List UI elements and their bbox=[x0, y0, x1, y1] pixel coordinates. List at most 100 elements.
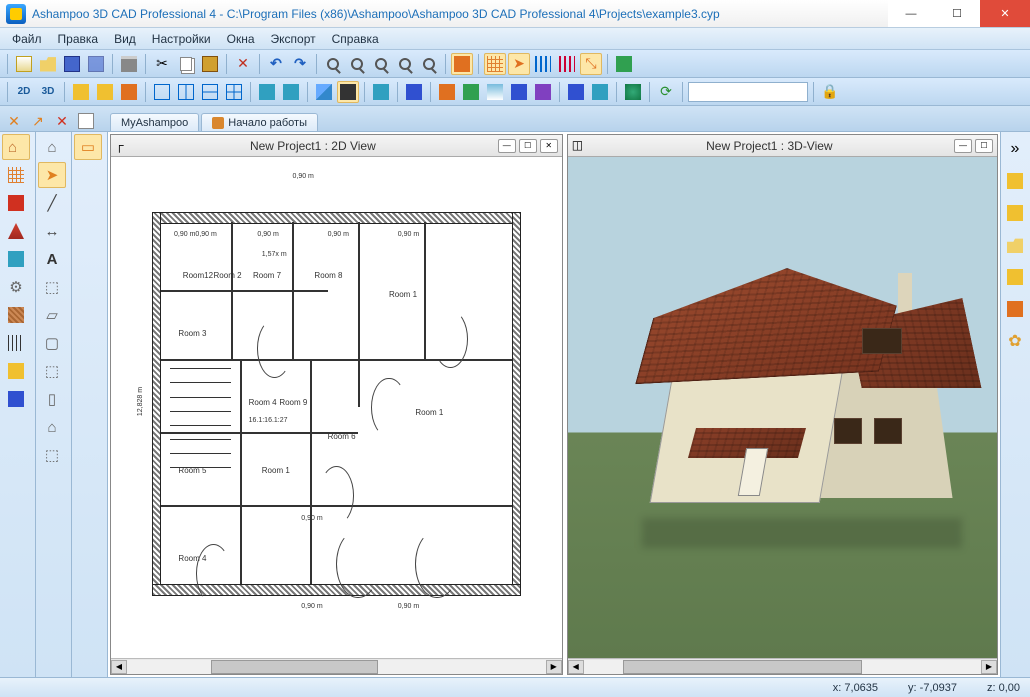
layout-1-button[interactable] bbox=[151, 81, 173, 103]
tag-icon[interactable] bbox=[1003, 264, 1027, 290]
menu-settings[interactable]: Настройки bbox=[144, 30, 219, 48]
render-button[interactable] bbox=[313, 81, 335, 103]
guides-button[interactable] bbox=[556, 53, 578, 75]
dimension-tool[interactable]: ↔ bbox=[38, 218, 66, 244]
building-tool[interactable]: ⌂ bbox=[38, 134, 66, 160]
view-plan-button[interactable] bbox=[70, 81, 92, 103]
object-tool[interactable] bbox=[2, 358, 30, 384]
folder-icon[interactable] bbox=[1003, 232, 1027, 258]
paste-button[interactable] bbox=[199, 53, 221, 75]
line-tool[interactable]: ╱ bbox=[38, 190, 66, 216]
stairs-tool[interactable]: ⬚ bbox=[38, 358, 66, 384]
sky-button[interactable] bbox=[484, 81, 506, 103]
open-button[interactable] bbox=[37, 53, 59, 75]
shade-button[interactable] bbox=[337, 81, 359, 103]
pointer-tool[interactable]: ➤ bbox=[38, 162, 66, 188]
floor-up-button[interactable] bbox=[256, 81, 278, 103]
zoom-actual-button[interactable] bbox=[418, 53, 440, 75]
texture-tool[interactable] bbox=[2, 302, 30, 328]
save-button[interactable] bbox=[61, 53, 83, 75]
tab-start[interactable]: Начало работы bbox=[201, 113, 318, 131]
zoom-window-button[interactable] bbox=[394, 53, 416, 75]
floor-tool[interactable] bbox=[2, 190, 30, 216]
grid-button[interactable] bbox=[484, 53, 506, 75]
layout-2h-button[interactable] bbox=[175, 81, 197, 103]
floor-down-button[interactable] bbox=[280, 81, 302, 103]
globe-button[interactable] bbox=[622, 81, 644, 103]
lock-button[interactable]: 🔒 bbox=[819, 81, 841, 103]
print-button[interactable] bbox=[118, 53, 140, 75]
person-icon[interactable]: ✿ bbox=[1003, 328, 1027, 354]
layout-2v-button[interactable] bbox=[199, 81, 221, 103]
roof-tool[interactable] bbox=[2, 218, 30, 244]
view-3d-scrollbar[interactable]: ◀▶ bbox=[568, 658, 997, 674]
window-tool[interactable] bbox=[2, 246, 30, 272]
walk-button[interactable] bbox=[565, 81, 587, 103]
cut-button[interactable]: ✂ bbox=[151, 53, 173, 75]
tool-wrench-icon[interactable]: ↗ bbox=[28, 111, 48, 131]
minimize-button[interactable]: — bbox=[888, 0, 934, 27]
layer-dropdown[interactable] bbox=[688, 82, 808, 102]
draw-mode-1[interactable]: ▭ bbox=[74, 134, 102, 160]
text-tool[interactable]: A bbox=[38, 246, 66, 272]
close-button[interactable]: ✕ bbox=[980, 0, 1030, 27]
new-button[interactable] bbox=[13, 53, 35, 75]
wall-tool[interactable]: ⌂ bbox=[2, 134, 30, 160]
menu-view[interactable]: Вид bbox=[106, 30, 144, 48]
palette-icon[interactable] bbox=[1003, 296, 1027, 322]
chevron-right-icon[interactable]: » bbox=[1003, 136, 1027, 162]
snap-button[interactable] bbox=[532, 53, 554, 75]
trees-button[interactable] bbox=[508, 81, 530, 103]
view-3d-min[interactable]: — bbox=[954, 139, 972, 153]
undo-button[interactable]: ↶ bbox=[265, 53, 287, 75]
redo-button[interactable]: ↷ bbox=[289, 53, 311, 75]
tool-wand-icon[interactable]: ✕ bbox=[52, 111, 72, 131]
solid-tool[interactable] bbox=[2, 386, 30, 412]
view-2d-scrollbar[interactable]: ◀▶ bbox=[111, 658, 562, 674]
measure-button[interactable] bbox=[613, 53, 635, 75]
mode-2d-button[interactable]: 2D bbox=[13, 81, 35, 103]
menu-help[interactable]: Справка bbox=[324, 30, 387, 48]
extrude-tool[interactable]: ⬚ bbox=[38, 274, 66, 300]
pan-button[interactable] bbox=[451, 53, 473, 75]
refresh-button[interactable]: ⟳ bbox=[655, 81, 677, 103]
column-tool[interactable]: ▯ bbox=[38, 386, 66, 412]
view-2d-max[interactable]: ☐ bbox=[519, 139, 537, 153]
view-2d-close[interactable]: ✕ bbox=[540, 139, 558, 153]
view-section-button[interactable] bbox=[118, 81, 140, 103]
fence-tool[interactable] bbox=[2, 330, 30, 356]
view-2d-content[interactable]: Room12 Room 2 Room 3 Room 7 Room 8 Room … bbox=[111, 157, 562, 658]
mode-3d-button[interactable]: 3D bbox=[37, 81, 59, 103]
menu-file[interactable]: Файл bbox=[4, 30, 50, 48]
zoom-fit-button[interactable] bbox=[370, 53, 392, 75]
wall-line-tool[interactable]: ▱ bbox=[38, 302, 66, 328]
save-as-button[interactable] bbox=[85, 53, 107, 75]
camera-button[interactable] bbox=[532, 81, 554, 103]
tool-hammer-icon[interactable]: ✕ bbox=[4, 111, 24, 131]
color-button[interactable] bbox=[403, 81, 425, 103]
menu-edit[interactable]: Правка bbox=[50, 30, 107, 48]
slab-tool[interactable]: ⬚ bbox=[38, 442, 66, 468]
maximize-button[interactable]: ☐ bbox=[934, 0, 980, 27]
copy-button[interactable] bbox=[175, 53, 197, 75]
layout-4-button[interactable] bbox=[223, 81, 245, 103]
sun-button[interactable] bbox=[436, 81, 458, 103]
delete-button[interactable]: ✕ bbox=[232, 53, 254, 75]
catalog-icon[interactable] bbox=[1003, 168, 1027, 194]
view-3d-content[interactable] bbox=[568, 157, 997, 658]
materials-button[interactable] bbox=[370, 81, 392, 103]
tab-myashampoo[interactable]: MyAshampoo bbox=[110, 113, 199, 131]
door-tool[interactable]: ▢ bbox=[38, 330, 66, 356]
gear-tool[interactable]: ⚙ bbox=[2, 274, 30, 300]
catalog2-icon[interactable] bbox=[1003, 200, 1027, 226]
terrain-button[interactable] bbox=[460, 81, 482, 103]
menu-windows[interactable]: Окна bbox=[219, 30, 263, 48]
zoom-in-button[interactable] bbox=[322, 53, 344, 75]
zoom-out-button[interactable] bbox=[346, 53, 368, 75]
view-2d-min[interactable]: — bbox=[498, 139, 516, 153]
view-elev-button[interactable] bbox=[94, 81, 116, 103]
grid-tool[interactable] bbox=[2, 162, 30, 188]
beam-tool[interactable]: ⌂ bbox=[38, 414, 66, 440]
ortho-button[interactable]: ⤡ bbox=[580, 53, 602, 75]
tool-doc-icon[interactable] bbox=[76, 111, 96, 131]
